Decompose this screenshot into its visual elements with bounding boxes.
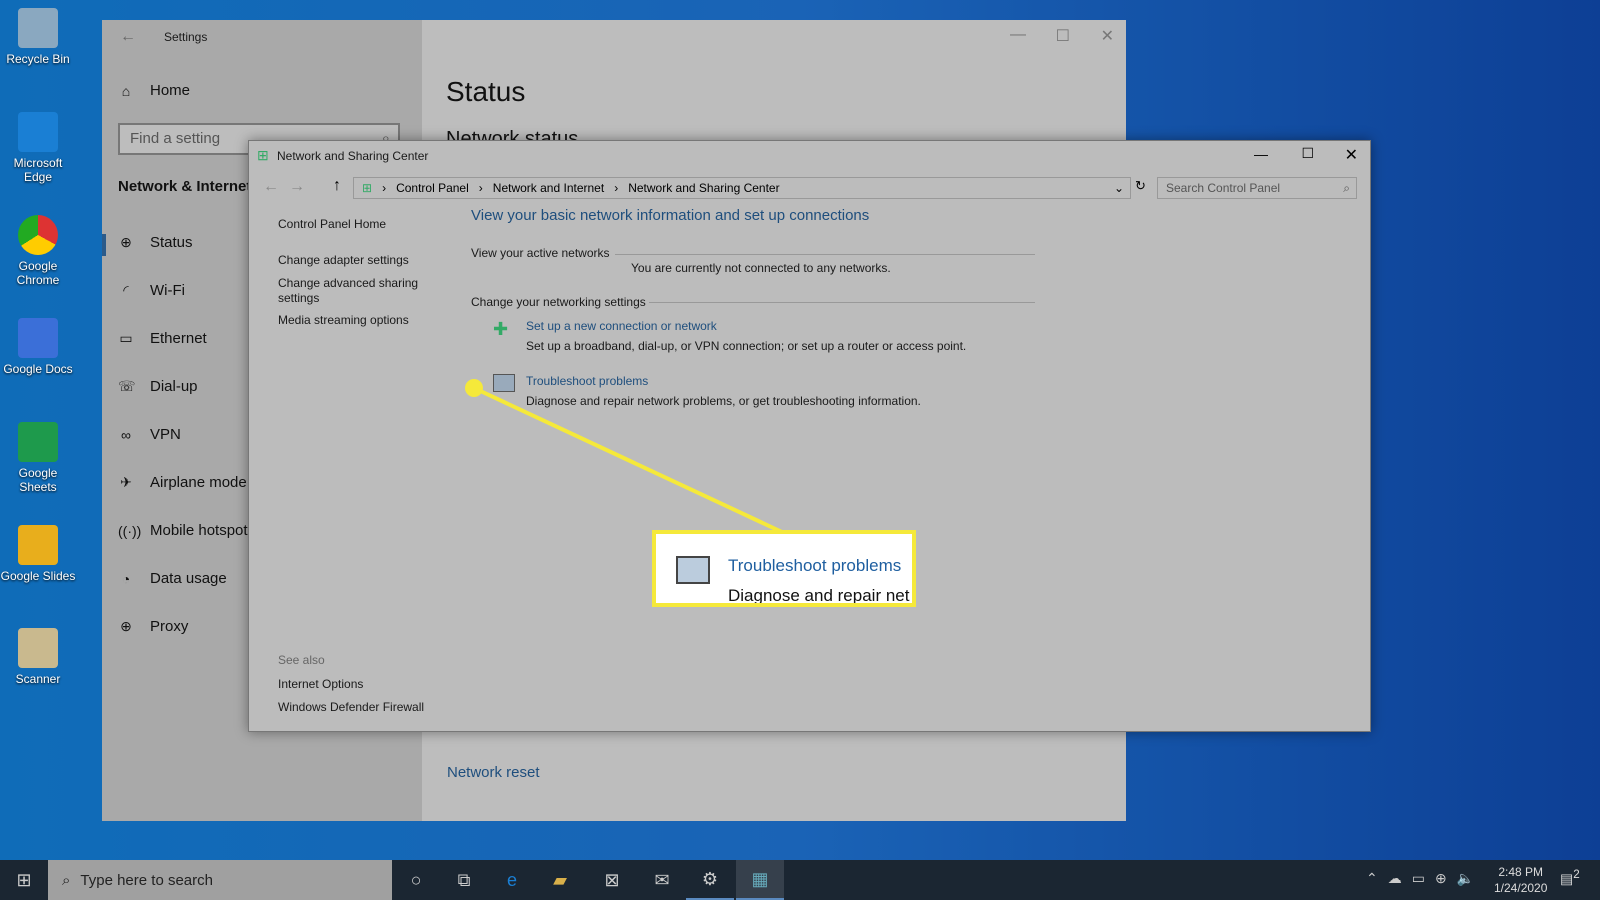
- control-panel-taskbar[interactable]: ▦: [736, 860, 784, 900]
- troubleshoot-icon: [676, 556, 710, 584]
- taskbar-search[interactable]: ⌕ Type here to search: [48, 860, 392, 900]
- mail-icon: ✉: [654, 869, 670, 890]
- mail-taskbar[interactable]: ✉: [638, 860, 686, 900]
- volume-icon[interactable]: 🔈: [1457, 870, 1474, 887]
- callout-zoom-box: Troubleshoot problems Diagnose and repai…: [652, 530, 916, 607]
- system-tray: ⌃ ☁ ▭ ⊕ 🔈: [1366, 870, 1474, 887]
- callout-title: Troubleshoot problems: [728, 556, 902, 575]
- notification-count: 2: [1573, 868, 1580, 881]
- windows-icon: ⊞: [16, 869, 32, 890]
- control-panel-icon: ▦: [751, 868, 769, 889]
- cortana-icon: ○: [410, 869, 422, 890]
- store-taskbar[interactable]: ⊠: [588, 860, 636, 900]
- search-icon: ⌕: [62, 871, 71, 889]
- battery-icon[interactable]: ▭: [1412, 870, 1425, 887]
- clock[interactable]: 2:48 PM 1/24/2020: [1494, 864, 1547, 896]
- folder-icon: ▰: [553, 869, 567, 890]
- taskbar: ⊞ ⌕ Type here to search ○ ⧉ e ▰ ⊠ ✉ ⚙ ▦ ⌃…: [0, 860, 1600, 900]
- explorer-taskbar[interactable]: ▰: [536, 860, 584, 900]
- task-view-icon: ⧉: [457, 869, 471, 890]
- gear-icon: ⚙: [701, 868, 719, 889]
- edge-taskbar[interactable]: e: [488, 860, 536, 900]
- network-globe-icon[interactable]: ⊕: [1435, 870, 1447, 887]
- callout-dot: [465, 379, 483, 397]
- chevron-up-icon[interactable]: ⌃: [1366, 870, 1378, 887]
- callout-desc: Diagnose and repair net: [728, 586, 910, 605]
- store-icon: ⊠: [604, 869, 620, 890]
- onedrive-error-icon[interactable]: ☁: [1388, 870, 1402, 887]
- cortana-button[interactable]: ○: [392, 860, 440, 900]
- settings-taskbar[interactable]: ⚙: [686, 860, 734, 900]
- notification-icon: ▤: [1560, 870, 1574, 887]
- task-view-button[interactable]: ⧉: [440, 860, 488, 900]
- start-button[interactable]: ⊞: [0, 860, 48, 900]
- notifications-button[interactable]: ▤2: [1560, 868, 1580, 888]
- edge-icon: e: [506, 869, 517, 890]
- callout-line: [465, 379, 783, 534]
